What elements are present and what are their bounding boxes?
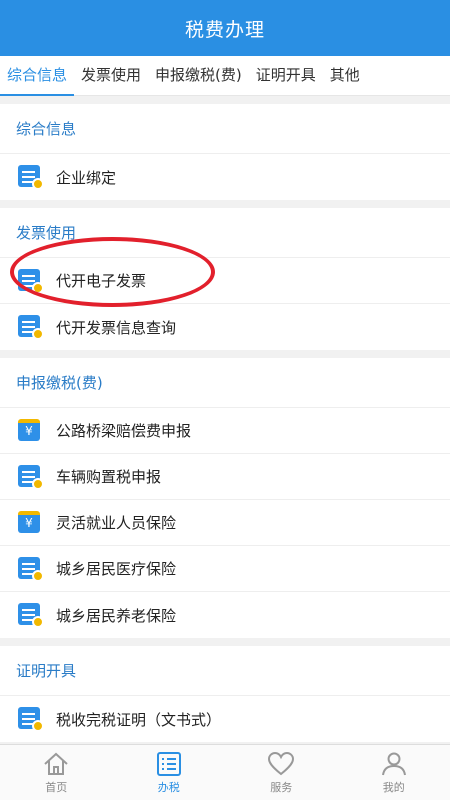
item-label: 公路桥梁赔偿费申报 (56, 422, 192, 440)
nav-label: 服务 (270, 780, 293, 794)
tab-other[interactable]: 其他 (323, 56, 367, 96)
nav-label: 首页 (45, 780, 68, 794)
nav-home[interactable]: 首页 (0, 745, 113, 800)
list-item-tax-payment-certificate[interactable]: 税收完税证明（文书式） (0, 696, 450, 742)
section-title: 发票使用 (0, 208, 450, 258)
tab-certificate[interactable]: 证明开具 (249, 56, 323, 96)
nav-service[interactable]: 服务 (225, 745, 338, 800)
nav-label: 办税 (157, 780, 180, 794)
section-title: 证明开具 (0, 646, 450, 696)
service-list: 综合信息 企业绑定 发票使用 代开电子发票 代开发票信息查询 申报缴税(费) ¥… (0, 104, 450, 744)
yuan-icon: ¥ (18, 510, 44, 536)
tab-tax-declaration[interactable]: 申报缴税(费) (148, 56, 249, 96)
list-icon (156, 751, 181, 776)
tab-invoice-use[interactable]: 发票使用 (74, 56, 148, 96)
bottom-nav: 首页 办税 服务 我的 (0, 744, 450, 800)
section-invoice-use: 发票使用 代开电子发票 代开发票信息查询 (0, 208, 450, 350)
section-tax-declaration: 申报缴税(费) ¥ 公路桥梁赔偿费申报 车辆购置税申报 ¥ 灵活就业人员保险 城… (0, 358, 450, 638)
list-item-road-bridge-fee[interactable]: ¥ 公路桥梁赔偿费申报 (0, 408, 450, 454)
section-certificate: 证明开具 税收完税证明（文书式） (0, 646, 450, 742)
page-title: 税费办理 (184, 18, 265, 41)
section-comprehensive-info: 综合信息 企业绑定 (0, 104, 450, 200)
document-icon (18, 268, 44, 294)
item-label: 税收完税证明（文书式） (56, 710, 222, 729)
header-bar: 税费办理 (0, 0, 450, 56)
section-title: 申报缴税(费) (0, 358, 450, 408)
user-icon (381, 752, 406, 775)
document-icon (18, 556, 44, 582)
nav-label: 我的 (382, 780, 405, 794)
home-icon (44, 752, 68, 775)
document-icon (18, 602, 44, 628)
item-label: 代开发票信息查询 (56, 318, 177, 337)
document-icon (18, 314, 44, 340)
item-label: 代开电子发票 (56, 272, 147, 290)
list-item-issue-e-invoice[interactable]: 代开电子发票 (0, 258, 450, 304)
list-item-vehicle-purchase-tax[interactable]: 车辆购置税申报 (0, 454, 450, 500)
list-item-enterprise-binding[interactable]: 企业绑定 (0, 154, 450, 200)
nav-mine[interactable]: 我的 (338, 745, 450, 800)
document-icon (18, 464, 44, 490)
item-label: 企业绑定 (56, 168, 117, 187)
item-label: 车辆购置税申报 (56, 468, 162, 486)
item-label: 灵活就业人员保险 (56, 514, 177, 532)
heart-icon (268, 751, 295, 775)
item-label: 城乡居民养老保险 (56, 606, 177, 625)
list-item-flexible-employment-insurance[interactable]: ¥ 灵活就业人员保险 (0, 500, 450, 546)
section-title: 综合信息 (0, 104, 450, 154)
category-tabs: 综合信息 发票使用 申报缴税(费) 证明开具 其他 (0, 56, 450, 96)
document-icon (18, 164, 44, 190)
nav-tax-handling[interactable]: 办税 (113, 745, 226, 800)
item-label: 城乡居民医疗保险 (56, 560, 177, 578)
document-icon (18, 706, 44, 732)
list-item-medical-insurance[interactable]: 城乡居民医疗保险 (0, 546, 450, 592)
list-item-pension-insurance[interactable]: 城乡居民养老保险 (0, 592, 450, 638)
list-item-invoice-query[interactable]: 代开发票信息查询 (0, 304, 450, 350)
yuan-icon: ¥ (18, 418, 44, 444)
tab-comprehensive-info[interactable]: 综合信息 (0, 56, 75, 96)
